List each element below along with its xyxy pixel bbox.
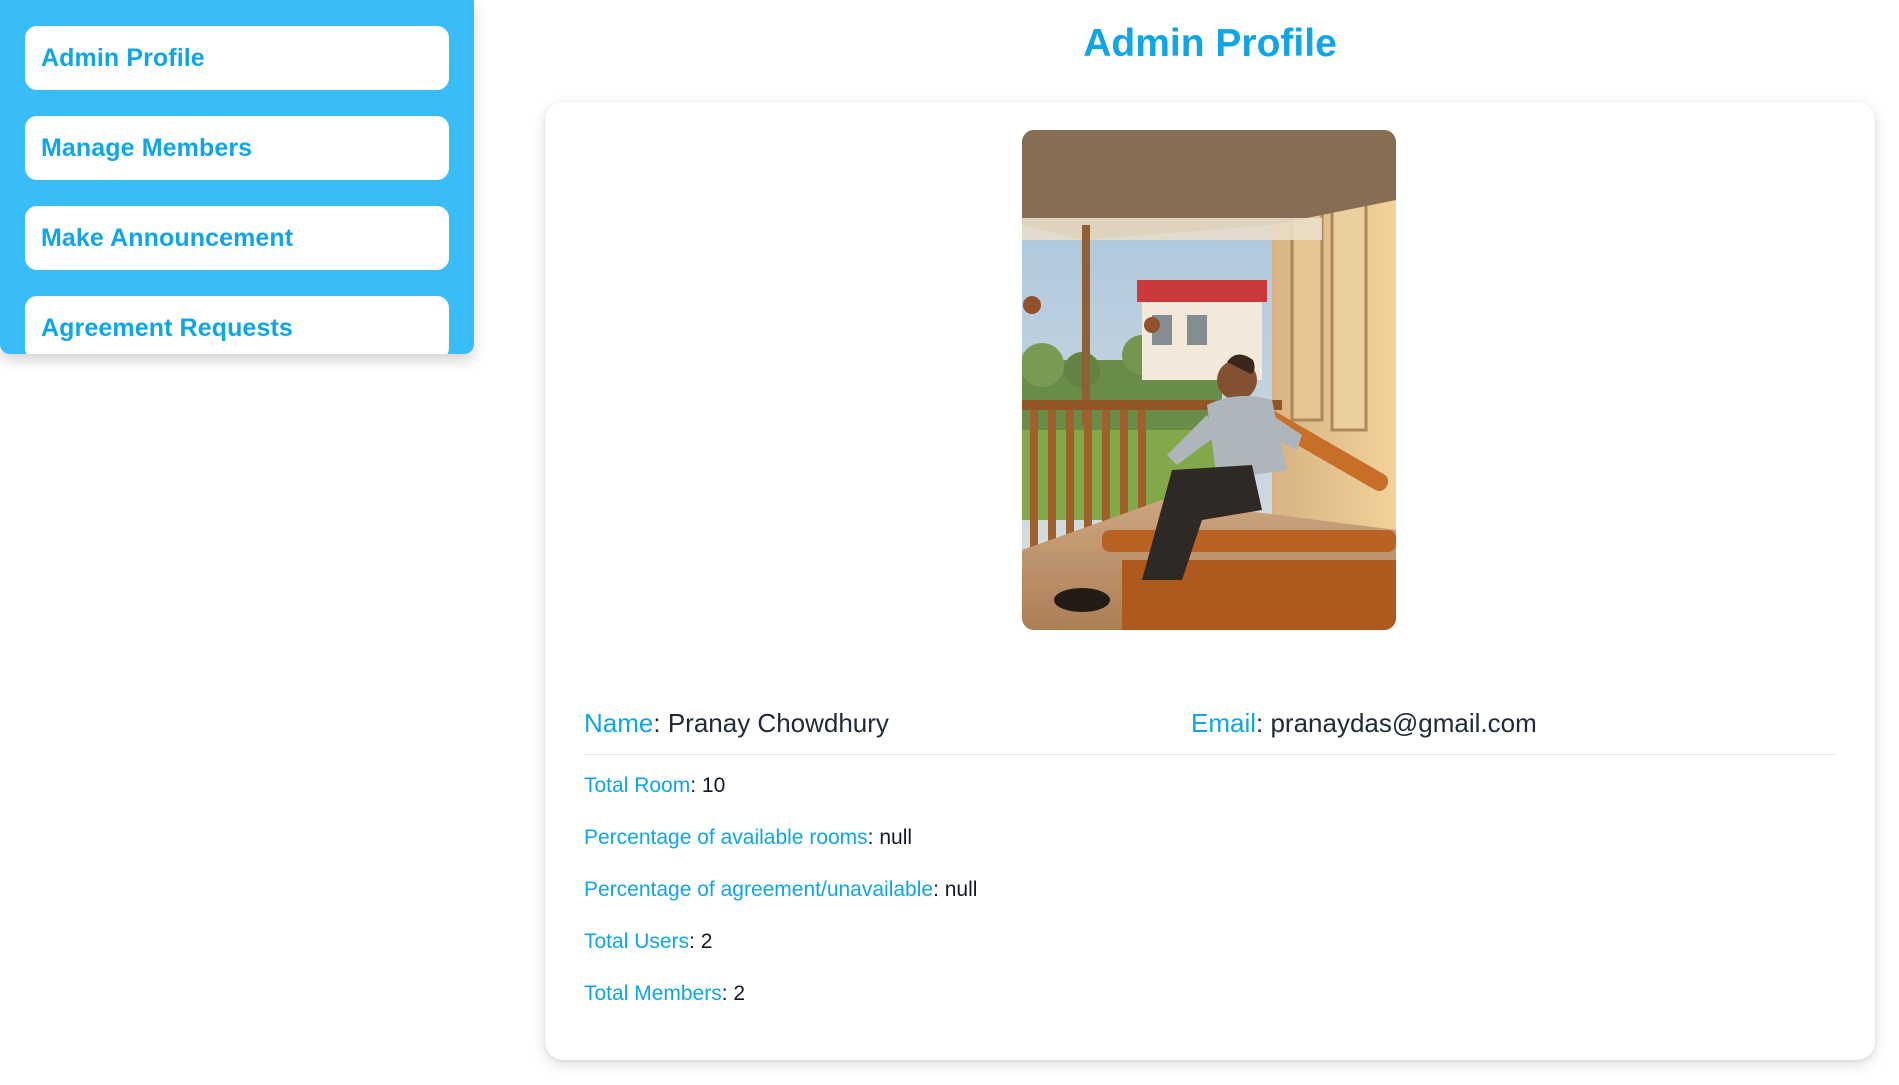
stat-value: null — [944, 878, 978, 901]
email-field: Email: pranaydas@gmail.com — [1191, 708, 1537, 738]
stat-value: null — [879, 826, 913, 849]
sidebar-item-admin-profile[interactable]: Admin Profile — [25, 26, 449, 90]
profile-photo — [1022, 130, 1396, 630]
email-value: pranaydas@gmail.com — [1270, 708, 1537, 738]
stat-label: Percentage of available rooms — [584, 826, 868, 849]
stat-total-room: Total Room: 10 — [584, 774, 726, 797]
name-field: Name: Pranay Chowdhury — [584, 708, 889, 738]
sidebar-item-label: Make Announcement — [41, 223, 294, 252]
stat-available-rooms-percentage: Percentage of available rooms: null — [584, 826, 913, 849]
sidebar-item-label: Manage Members — [41, 133, 253, 162]
sidebar-item-agreement-requests[interactable]: Agreement Requests — [25, 296, 449, 354]
stat-total-members: Total Members: 2 — [584, 982, 746, 1005]
sidebar-item-make-announcement[interactable]: Make Announcement — [25, 206, 449, 270]
sidebar-item-label: Agreement Requests — [41, 313, 293, 342]
stat-value: 2 — [700, 930, 713, 953]
stat-label: Total Members — [584, 982, 722, 1005]
stat-label: Percentage of agreement/unavailable — [584, 878, 934, 901]
stat-label: Total Users — [584, 930, 690, 953]
sidebar: Admin Profile Manage Members Make Announ… — [0, 0, 474, 354]
email-label: Email — [1191, 708, 1257, 738]
page: Admin Profile Manage Members Make Announ… — [0, 0, 1899, 1085]
sidebar-item-label: Admin Profile — [41, 43, 205, 72]
profile-card: Name: Pranay Chowdhury Email: pranaydas@… — [545, 102, 1875, 1060]
profile-primary-row: Name: Pranay Chowdhury Email: pranaydas@… — [584, 708, 1836, 755]
name-value: Pranay Chowdhury — [667, 708, 889, 738]
stat-value: 10 — [701, 774, 726, 797]
stat-label: Total Room — [584, 774, 691, 797]
stat-agreement-percentage: Percentage of agreement/unavailable: nul… — [584, 878, 978, 901]
stat-total-users: Total Users: 2 — [584, 930, 713, 953]
name-label: Name — [584, 708, 654, 738]
page-title: Admin Profile — [1083, 22, 1337, 65]
stat-value: 2 — [733, 982, 746, 1005]
sidebar-item-manage-members[interactable]: Manage Members — [25, 116, 449, 180]
